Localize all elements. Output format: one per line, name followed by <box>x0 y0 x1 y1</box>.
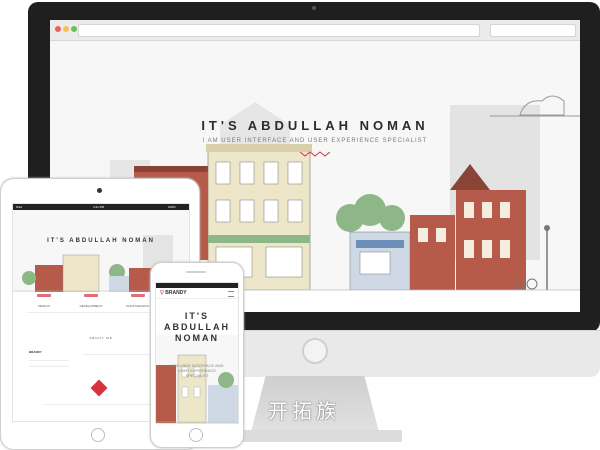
phone-city-illustration <box>156 335 238 423</box>
phone-speaker <box>186 271 206 273</box>
feature-icon-photography <box>131 294 145 297</box>
hero-title: IT'S ABDULLAH NOMAN <box>201 118 429 133</box>
minimize-window-icon[interactable] <box>63 26 69 32</box>
phone-brand-label: BRANDY <box>165 290 187 296</box>
hero-subtitle: I AM USER INTERFACE AND USER EXPERIENCE … <box>202 138 428 144</box>
imac-camera <box>312 6 316 10</box>
zigzag-divider-icon <box>300 151 330 157</box>
maximize-window-icon[interactable] <box>71 26 77 32</box>
feature-icon-design <box>37 294 51 297</box>
status-carrier: iPad <box>16 205 23 209</box>
watermark: 开拓族 <box>268 399 340 423</box>
phone-screen: ▽ BRANDY IT'S ABDULLAH NOMAN I AM USER I… <box>155 282 239 424</box>
contact-line <box>29 360 69 361</box>
home-button-icon[interactable] <box>189 428 203 442</box>
status-time: 4:21 PM <box>93 205 105 209</box>
phone-hero-title: IT'S ABDULLAH NOMAN <box>164 311 230 343</box>
status-battery: 100% <box>168 205 176 209</box>
footer-line <box>43 404 159 405</box>
close-window-icon[interactable] <box>55 26 61 32</box>
menu-icon[interactable] <box>228 291 234 297</box>
phone-brand[interactable]: ▽ BRANDY <box>160 290 187 296</box>
tablet-hero-title: IT'S ABDULLAH NOMAN <box>47 238 155 244</box>
home-button-icon[interactable] <box>91 428 105 442</box>
address-bar[interactable] <box>78 24 480 37</box>
imac-stand-base <box>232 430 402 442</box>
search-input[interactable] <box>490 24 576 37</box>
feature-design: DESIGN <box>38 304 50 308</box>
phone-hero-subtitle: I AM USER INTERFACE AND USER EXPERIENCE … <box>170 363 224 378</box>
apple-logo-icon <box>302 338 328 364</box>
feature-icon-development <box>84 294 98 297</box>
feature-development: DEVELOPMENT <box>79 304 103 308</box>
contact-line <box>29 366 69 367</box>
logo-diamond-icon <box>90 379 108 397</box>
tablet-brand: BRANDY <box>29 350 42 354</box>
browser-chrome <box>50 20 580 41</box>
tablet-camera <box>97 188 102 193</box>
